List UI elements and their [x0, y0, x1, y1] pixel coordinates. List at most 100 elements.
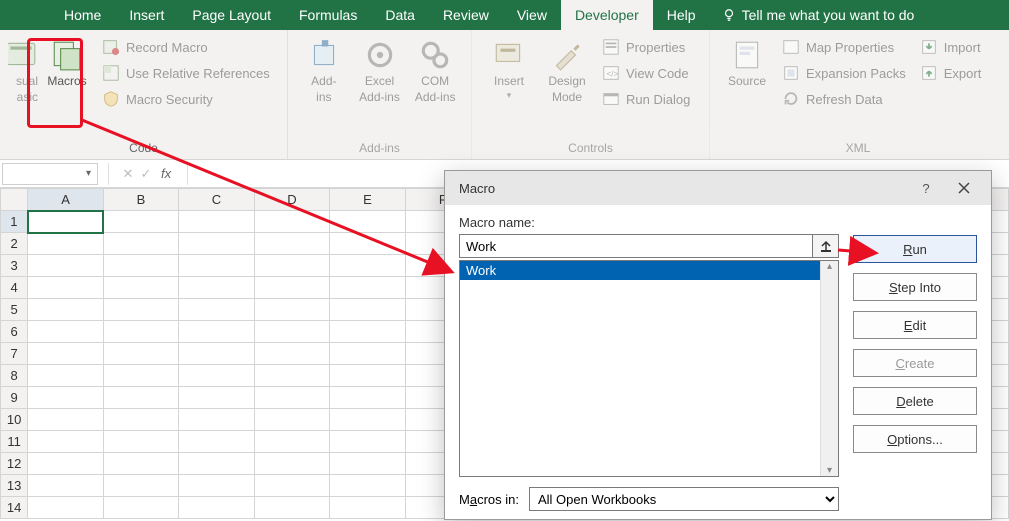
cell[interactable] — [103, 343, 178, 365]
row-header[interactable]: 4 — [1, 277, 28, 299]
cell[interactable] — [103, 211, 178, 233]
row-header[interactable]: 2 — [1, 233, 28, 255]
cell[interactable] — [103, 387, 178, 409]
cell[interactable] — [254, 211, 330, 233]
row-header[interactable]: 9 — [1, 387, 28, 409]
create-button[interactable]: Create — [853, 349, 977, 377]
help-button[interactable]: ? — [907, 175, 945, 201]
cell[interactable] — [330, 475, 405, 497]
scroll-up-icon[interactable]: ▴ — [827, 261, 832, 272]
tab-help[interactable]: Help — [653, 0, 710, 30]
chevron-down-icon[interactable]: ▾ — [86, 168, 91, 179]
scrollbar[interactable]: ▴▾ — [820, 261, 838, 476]
record-macro-button[interactable]: Record Macro — [102, 38, 270, 56]
cell[interactable] — [330, 453, 405, 475]
cell[interactable] — [330, 233, 405, 255]
insert-control-button[interactable]: Insert ▾ — [480, 34, 538, 139]
macro-name-input[interactable] — [459, 234, 813, 258]
use-relative-references-button[interactable]: Use Relative References — [102, 64, 270, 82]
cell[interactable] — [28, 233, 103, 255]
cell[interactable] — [103, 365, 178, 387]
properties-button[interactable]: Properties — [602, 38, 690, 56]
cell[interactable] — [179, 255, 255, 277]
row-header[interactable]: 14 — [1, 497, 28, 519]
close-button[interactable] — [945, 175, 983, 201]
cell[interactable] — [330, 211, 405, 233]
cell[interactable] — [254, 343, 330, 365]
enter-formula-button[interactable]: ✓ — [137, 166, 155, 182]
excel-addins-button[interactable]: Excel Add-ins — [352, 34, 408, 139]
cell[interactable] — [179, 475, 255, 497]
cell[interactable] — [28, 497, 103, 519]
cell[interactable] — [179, 299, 255, 321]
cell[interactable] — [103, 409, 178, 431]
column-header[interactable]: C — [179, 189, 255, 211]
cell[interactable] — [330, 299, 405, 321]
cell[interactable] — [254, 365, 330, 387]
select-all-corner[interactable] — [1, 189, 28, 211]
row-header[interactable]: 5 — [1, 299, 28, 321]
delete-button[interactable]: Delete — [853, 387, 977, 415]
cell[interactable] — [254, 255, 330, 277]
cell[interactable] — [254, 475, 330, 497]
cell[interactable] — [103, 431, 178, 453]
cell[interactable] — [179, 409, 255, 431]
run-dialog-button[interactable]: Run Dialog — [602, 90, 690, 108]
addins-button[interactable]: Add- ins — [296, 34, 352, 139]
row-header[interactable]: 8 — [1, 365, 28, 387]
edit-button[interactable]: Edit — [853, 311, 977, 339]
cell[interactable] — [254, 453, 330, 475]
cell[interactable] — [330, 277, 405, 299]
row-header[interactable]: 3 — [1, 255, 28, 277]
cell[interactable] — [28, 365, 103, 387]
com-addins-button[interactable]: COM Add-ins — [407, 34, 463, 139]
fx-icon[interactable]: fx — [161, 166, 171, 181]
cell[interactable] — [330, 387, 405, 409]
cancel-formula-button[interactable]: ✕ — [119, 166, 137, 182]
row-header[interactable]: 10 — [1, 409, 28, 431]
cell[interactable] — [28, 409, 103, 431]
cell[interactable] — [179, 211, 255, 233]
map-properties-button[interactable]: Map Properties — [782, 38, 906, 56]
cell[interactable] — [28, 453, 103, 475]
cell[interactable] — [179, 277, 255, 299]
tab-data[interactable]: Data — [371, 0, 429, 30]
cell[interactable] — [103, 255, 178, 277]
refresh-data-button[interactable]: Refresh Data — [782, 90, 906, 108]
cell[interactable] — [103, 497, 178, 519]
scroll-down-icon[interactable]: ▾ — [827, 465, 832, 476]
cell[interactable] — [330, 409, 405, 431]
cell[interactable] — [103, 321, 178, 343]
column-header[interactable]: B — [103, 189, 178, 211]
cell[interactable] — [179, 387, 255, 409]
visual-basic-button[interactable]: sual asic — [8, 34, 38, 139]
step-into-button[interactable]: Step Into — [853, 273, 977, 301]
cell[interactable] — [28, 277, 103, 299]
cell[interactable] — [330, 497, 405, 519]
options-button[interactable]: Options... — [853, 425, 977, 453]
view-code-button[interactable]: </> View Code — [602, 64, 690, 82]
tab-review[interactable]: Review — [429, 0, 503, 30]
xml-export-button[interactable]: Export — [920, 64, 982, 82]
row-header[interactable]: 1 — [1, 211, 28, 233]
run-button[interactable]: Run — [853, 235, 977, 263]
row-header[interactable]: 7 — [1, 343, 28, 365]
cell[interactable] — [103, 453, 178, 475]
tab-developer[interactable]: Developer — [561, 0, 653, 30]
cell[interactable] — [28, 255, 103, 277]
cell[interactable] — [254, 497, 330, 519]
cell[interactable] — [179, 365, 255, 387]
tab-page-layout[interactable]: Page Layout — [178, 0, 285, 30]
design-mode-button[interactable]: Design Mode — [538, 34, 596, 139]
macro-list[interactable]: Work ▴▾ — [459, 260, 839, 477]
tab-formulas[interactable]: Formulas — [285, 0, 371, 30]
cell[interactable] — [28, 431, 103, 453]
cell[interactable] — [330, 321, 405, 343]
cell[interactable] — [28, 321, 103, 343]
cell[interactable] — [103, 233, 178, 255]
cell[interactable] — [254, 431, 330, 453]
cell[interactable] — [254, 321, 330, 343]
name-box[interactable]: ▾ — [2, 163, 98, 185]
cell[interactable] — [28, 211, 103, 233]
cell[interactable] — [103, 277, 178, 299]
